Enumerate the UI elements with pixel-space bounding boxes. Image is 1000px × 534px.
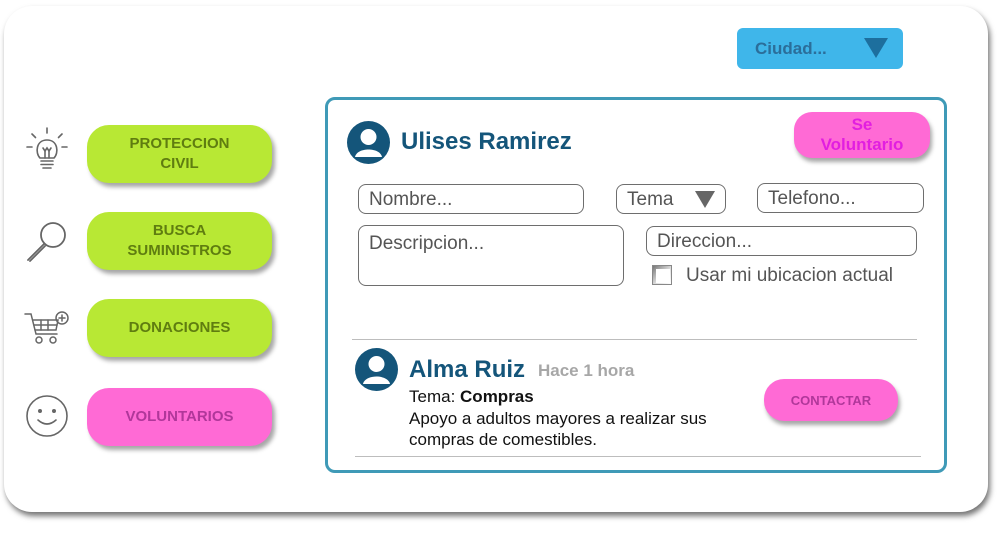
use-location-checkbox[interactable] (652, 265, 672, 285)
sidebar-item-proteccion-civil[interactable]: PROTECCION CIVIL (87, 125, 272, 183)
sidebar-item-label: DONACIONES (128, 319, 231, 336)
contact-button-label: CONTACTAR (790, 392, 872, 408)
post-author: Alma Ruiz (409, 356, 526, 383)
contact-button[interactable]: CONTACTAR (764, 379, 898, 421)
sidebar-item-donaciones[interactable]: DONACIONES (87, 299, 272, 357)
volunteer-button-label: Se Voluntario (820, 115, 904, 154)
sidebar-item-label: VOLUNTARIOS (125, 408, 234, 425)
city-dropdown-label: Ciudad... (755, 39, 827, 58)
sidebar-item-busca-suministros[interactable]: BUSCA SUMINISTROS (87, 212, 272, 270)
dropdown-arrow-icon (864, 38, 888, 58)
post-time: Hace 1 hora (538, 361, 635, 380)
user-avatar-icon (347, 121, 390, 164)
phone-field-placeholder: Telefono... (768, 188, 856, 209)
post-topic-value: Compras (460, 387, 534, 406)
divider (352, 339, 917, 340)
name-field[interactable]: Nombre... (358, 184, 584, 214)
cart-add-icon (24, 311, 69, 344)
smiley-icon (26, 395, 68, 437)
post-avatar-icon (355, 348, 398, 391)
sidebar-item-label: BUSCA SUMINISTROS (127, 222, 232, 259)
magnifier-icon (27, 222, 66, 262)
name-field-placeholder: Nombre... (369, 189, 453, 210)
topic-select-label: Tema (627, 189, 674, 210)
divider (355, 456, 921, 457)
lightbulb-icon (26, 127, 68, 169)
sidebar-item-voluntarios[interactable]: VOLUNTARIOS (87, 388, 272, 446)
post-description: Apoyo a adultos mayores a realizar sus c… (409, 409, 707, 449)
address-field-placeholder: Direccion... (657, 231, 753, 252)
phone-field[interactable]: Telefono... (757, 183, 924, 213)
sidebar-item-label: PROTECCION CIVIL (129, 135, 230, 172)
chevron-down-icon (695, 191, 715, 208)
post-topic-label: Tema: (409, 387, 456, 406)
city-dropdown[interactable]: Ciudad... (737, 28, 903, 69)
post-topic: Tema: Compras (409, 387, 534, 407)
description-field-placeholder: Descripcion... (369, 233, 485, 254)
topic-select[interactable]: Tema (616, 184, 726, 214)
address-field[interactable]: Direccion... (646, 226, 917, 256)
volunteer-button[interactable]: Se Voluntario (794, 112, 930, 158)
description-field[interactable]: Descripcion... (358, 225, 624, 286)
user-name: Ulises Ramirez (401, 128, 572, 155)
use-location-label: Usar mi ubicacion actual (686, 265, 893, 286)
